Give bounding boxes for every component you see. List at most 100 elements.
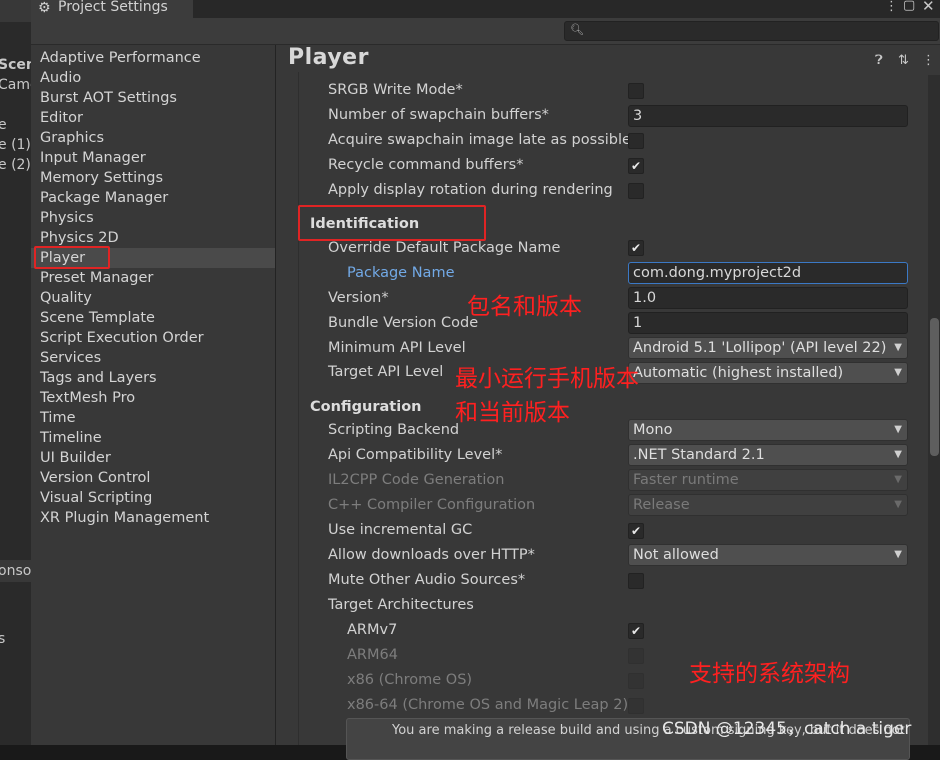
srgb-write-mode-checkbox[interactable] — [628, 83, 644, 99]
preset-icon[interactable]: ⇅ — [898, 53, 909, 68]
srgb-write-mode-label: SRGB Write Mode* — [328, 82, 463, 98]
sidebar-item-time[interactable]: Time — [31, 408, 275, 428]
sidebar-item-label: UI Builder — [40, 450, 111, 466]
sidebar-item-burst-aot-settings[interactable]: Burst AOT Settings — [31, 88, 275, 108]
foldout-guide-line — [298, 72, 299, 745]
incremental-gc-checkbox[interactable]: ✔ — [628, 523, 644, 539]
sidebar-item-script-execution-order[interactable]: Script Execution Order — [31, 328, 275, 348]
sidebar-item-label: Audio — [40, 70, 82, 86]
apply-display-rotation-label: Apply display rotation during rendering — [328, 182, 613, 198]
sidebar-item-label: Editor — [40, 110, 83, 126]
sidebar-item-label: Graphics — [40, 130, 105, 146]
sidebar-item-label: TextMesh Pro — [40, 390, 136, 406]
sidebar-item-tags-and-layers[interactable]: Tags and Layers — [31, 368, 275, 388]
apply-display-rotation-checkbox[interactable] — [628, 183, 644, 199]
api-compatibility-dropdown[interactable]: .NET Standard 2.1 ▼ — [628, 444, 908, 466]
cpp-compiler-configuration-label: C++ Compiler Configuration — [328, 497, 536, 513]
annotation-architecture: 支持的系统架构 — [689, 661, 850, 687]
package-name-input[interactable]: com.dong.myproject2d — [628, 262, 908, 284]
sidebar-item-label: Version Control — [40, 470, 151, 486]
annotation-package-version: 包名和版本 — [467, 294, 582, 320]
swapchain-buffers-value: 3 — [633, 108, 643, 124]
sidebar-item-preset-manager[interactable]: Preset Manager — [31, 268, 275, 288]
sidebar-item-memory-settings[interactable]: Memory Settings — [31, 168, 275, 188]
armv7-checkbox[interactable]: ✔ — [628, 623, 644, 639]
version-label: Version* — [328, 290, 389, 306]
minimum-api-level-dropdown[interactable]: Android 5.1 'Lollipop' (API level 22) ▼ — [628, 337, 908, 359]
chevron-down-icon: ▼ — [894, 424, 902, 435]
acquire-swapchain-label: Acquire swapchain image late as possible — [328, 132, 631, 148]
search-field[interactable]: 🔍︎ — [564, 21, 939, 41]
incremental-gc-label: Use incremental GC — [328, 522, 473, 538]
sidebar-item-services[interactable]: Services — [31, 348, 275, 368]
arm64-label: ARM64 — [347, 647, 398, 663]
sidebar-item-input-manager[interactable]: Input Manager — [31, 148, 275, 168]
allow-http-value: Not allowed — [633, 547, 719, 563]
chevron-down-icon: ▼ — [894, 342, 902, 353]
sidebar-item-physics-2d[interactable]: Physics 2D — [31, 228, 275, 248]
sidebar-item-visual-scripting[interactable]: Visual Scripting — [31, 488, 275, 508]
package-name-value: com.dong.myproject2d — [633, 265, 802, 281]
close-icon[interactable]: ✕ — [922, 0, 935, 14]
allow-http-dropdown[interactable]: Not allowed ▼ — [628, 544, 908, 566]
chevron-down-icon: ▼ — [894, 474, 902, 485]
sidebar-item-label: XR Plugin Management — [40, 510, 210, 526]
kebab-menu-icon[interactable]: ⋮ — [885, 0, 898, 14]
bundle-version-code-label: Bundle Version Code — [328, 315, 479, 331]
package-name-label: Package Name — [347, 265, 455, 281]
sidebar-item-quality[interactable]: Quality — [31, 288, 275, 308]
sidebar-item-scene-template[interactable]: Scene Template — [31, 308, 275, 328]
background-header — [0, 0, 31, 22]
background-label: onso — [0, 563, 32, 579]
sidebar-item-adaptive-performance[interactable]: Adaptive Performance — [31, 48, 275, 68]
gear-icon: ⚙ — [38, 0, 51, 16]
annotation-current-version: 和当前版本 — [455, 400, 570, 426]
sidebar-item-timeline[interactable]: Timeline — [31, 428, 275, 448]
mute-other-audio-checkbox[interactable] — [628, 573, 644, 589]
scrollbar-thumb[interactable] — [930, 318, 939, 456]
sidebar-item-label: Visual Scripting — [40, 490, 153, 506]
background-label: s — [0, 631, 6, 647]
search-icon: 🔍︎ — [570, 23, 584, 36]
background-label: e (1) — [0, 137, 31, 153]
sidebar-item-physics[interactable]: Physics — [31, 208, 275, 228]
window-tab[interactable]: ⚙ Project Settings — [31, 0, 193, 18]
recycle-command-buffers-label: Recycle command buffers* — [328, 157, 524, 173]
sidebar-item-graphics[interactable]: Graphics — [31, 128, 275, 148]
sidebar-item-version-control[interactable]: Version Control — [31, 468, 275, 488]
annotation-min-api: 最小运行手机版本 — [455, 366, 639, 392]
acquire-swapchain-checkbox[interactable] — [628, 133, 644, 149]
highlight-box-player — [34, 246, 110, 269]
target-architectures-label: Target Architectures — [328, 597, 474, 613]
version-input[interactable]: 1.0 — [628, 287, 908, 309]
scripting-backend-dropdown[interactable]: Mono ▼ — [628, 419, 908, 441]
sidebar-item-package-manager[interactable]: Package Manager — [31, 188, 275, 208]
override-package-name-checkbox[interactable]: ✔ — [628, 240, 644, 256]
configuration-header[interactable]: Configuration — [310, 396, 422, 418]
x86-label: x86 (Chrome OS) — [347, 672, 473, 688]
armv7-label: ARMv7 — [347, 622, 398, 638]
help-icon[interactable]: ❓︎ — [875, 53, 883, 68]
cpp-compiler-configuration-value: Release — [633, 497, 690, 513]
search-input[interactable] — [587, 23, 931, 40]
kebab-menu-icon[interactable]: ⋮ — [922, 53, 935, 68]
sidebar-item-textmesh-pro[interactable]: TextMesh Pro — [31, 388, 275, 408]
watermark-text: CSDN @12345，catch a tiger — [662, 719, 912, 739]
recycle-command-buffers-checkbox[interactable]: ✔ — [628, 158, 644, 174]
scripting-backend-label: Scripting Backend — [328, 422, 460, 438]
sidebar-item-label: Script Execution Order — [40, 330, 204, 346]
maximize-icon[interactable]: ▢ — [903, 0, 915, 13]
sidebar-item-xr-plugin-management[interactable]: XR Plugin Management — [31, 508, 275, 528]
sidebar-item-editor[interactable]: Editor — [31, 108, 275, 128]
sidebar-item-label: Physics 2D — [40, 230, 119, 246]
sidebar-item-audio[interactable]: Audio — [31, 68, 275, 88]
window-tab-title: Project Settings — [58, 0, 168, 15]
bundle-version-code-input[interactable]: 1 — [628, 312, 908, 334]
arm64-checkbox — [628, 648, 644, 664]
target-api-level-dropdown[interactable]: Automatic (highest installed) ▼ — [628, 362, 908, 384]
api-compatibility-label: Api Compatibility Level* — [328, 447, 503, 463]
scripting-backend-value: Mono — [633, 422, 673, 438]
swapchain-buffers-input[interactable]: 3 — [628, 105, 908, 127]
sidebar-item-ui-builder[interactable]: UI Builder — [31, 448, 275, 468]
il2cpp-code-generation-value: Faster runtime — [633, 472, 739, 488]
